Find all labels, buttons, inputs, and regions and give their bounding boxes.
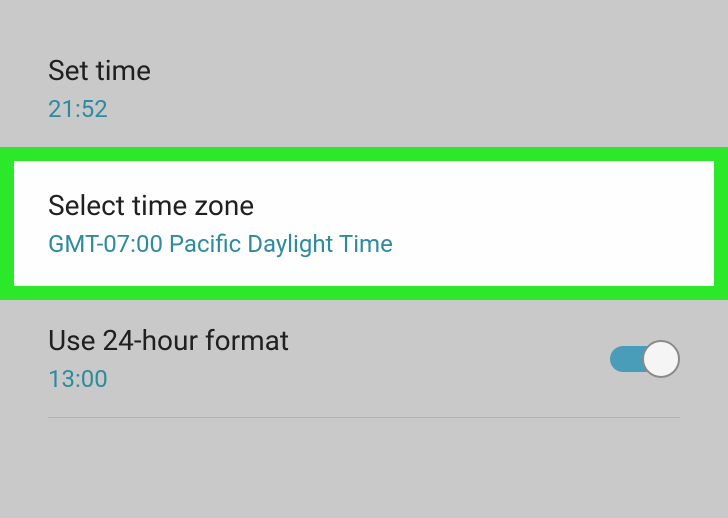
set-time-title: Set time	[48, 54, 680, 87]
use-24-hour-toggle[interactable]	[610, 340, 680, 378]
settings-list: Set time 21:52 Select time zone GMT-07:0…	[0, 0, 728, 418]
use-24-hour-item[interactable]: Use 24-hour format 13:00	[0, 300, 728, 417]
set-time-value: 21:52	[48, 95, 680, 123]
toggle-thumb	[642, 340, 680, 378]
set-time-item[interactable]: Set time 21:52	[0, 30, 728, 147]
select-time-zone-item[interactable]: Select time zone GMT-07:00 Pacific Dayli…	[14, 161, 714, 286]
divider	[48, 417, 680, 418]
use-24-hour-title: Use 24-hour format	[48, 324, 610, 357]
select-time-zone-title: Select time zone	[48, 189, 680, 222]
use-24-hour-text: Use 24-hour format 13:00	[48, 324, 610, 393]
use-24-hour-value: 13:00	[48, 365, 610, 393]
top-spacer	[0, 0, 728, 30]
select-time-zone-value: GMT-07:00 Pacific Daylight Time	[48, 230, 680, 258]
highlight-border: Select time zone GMT-07:00 Pacific Dayli…	[0, 147, 728, 300]
